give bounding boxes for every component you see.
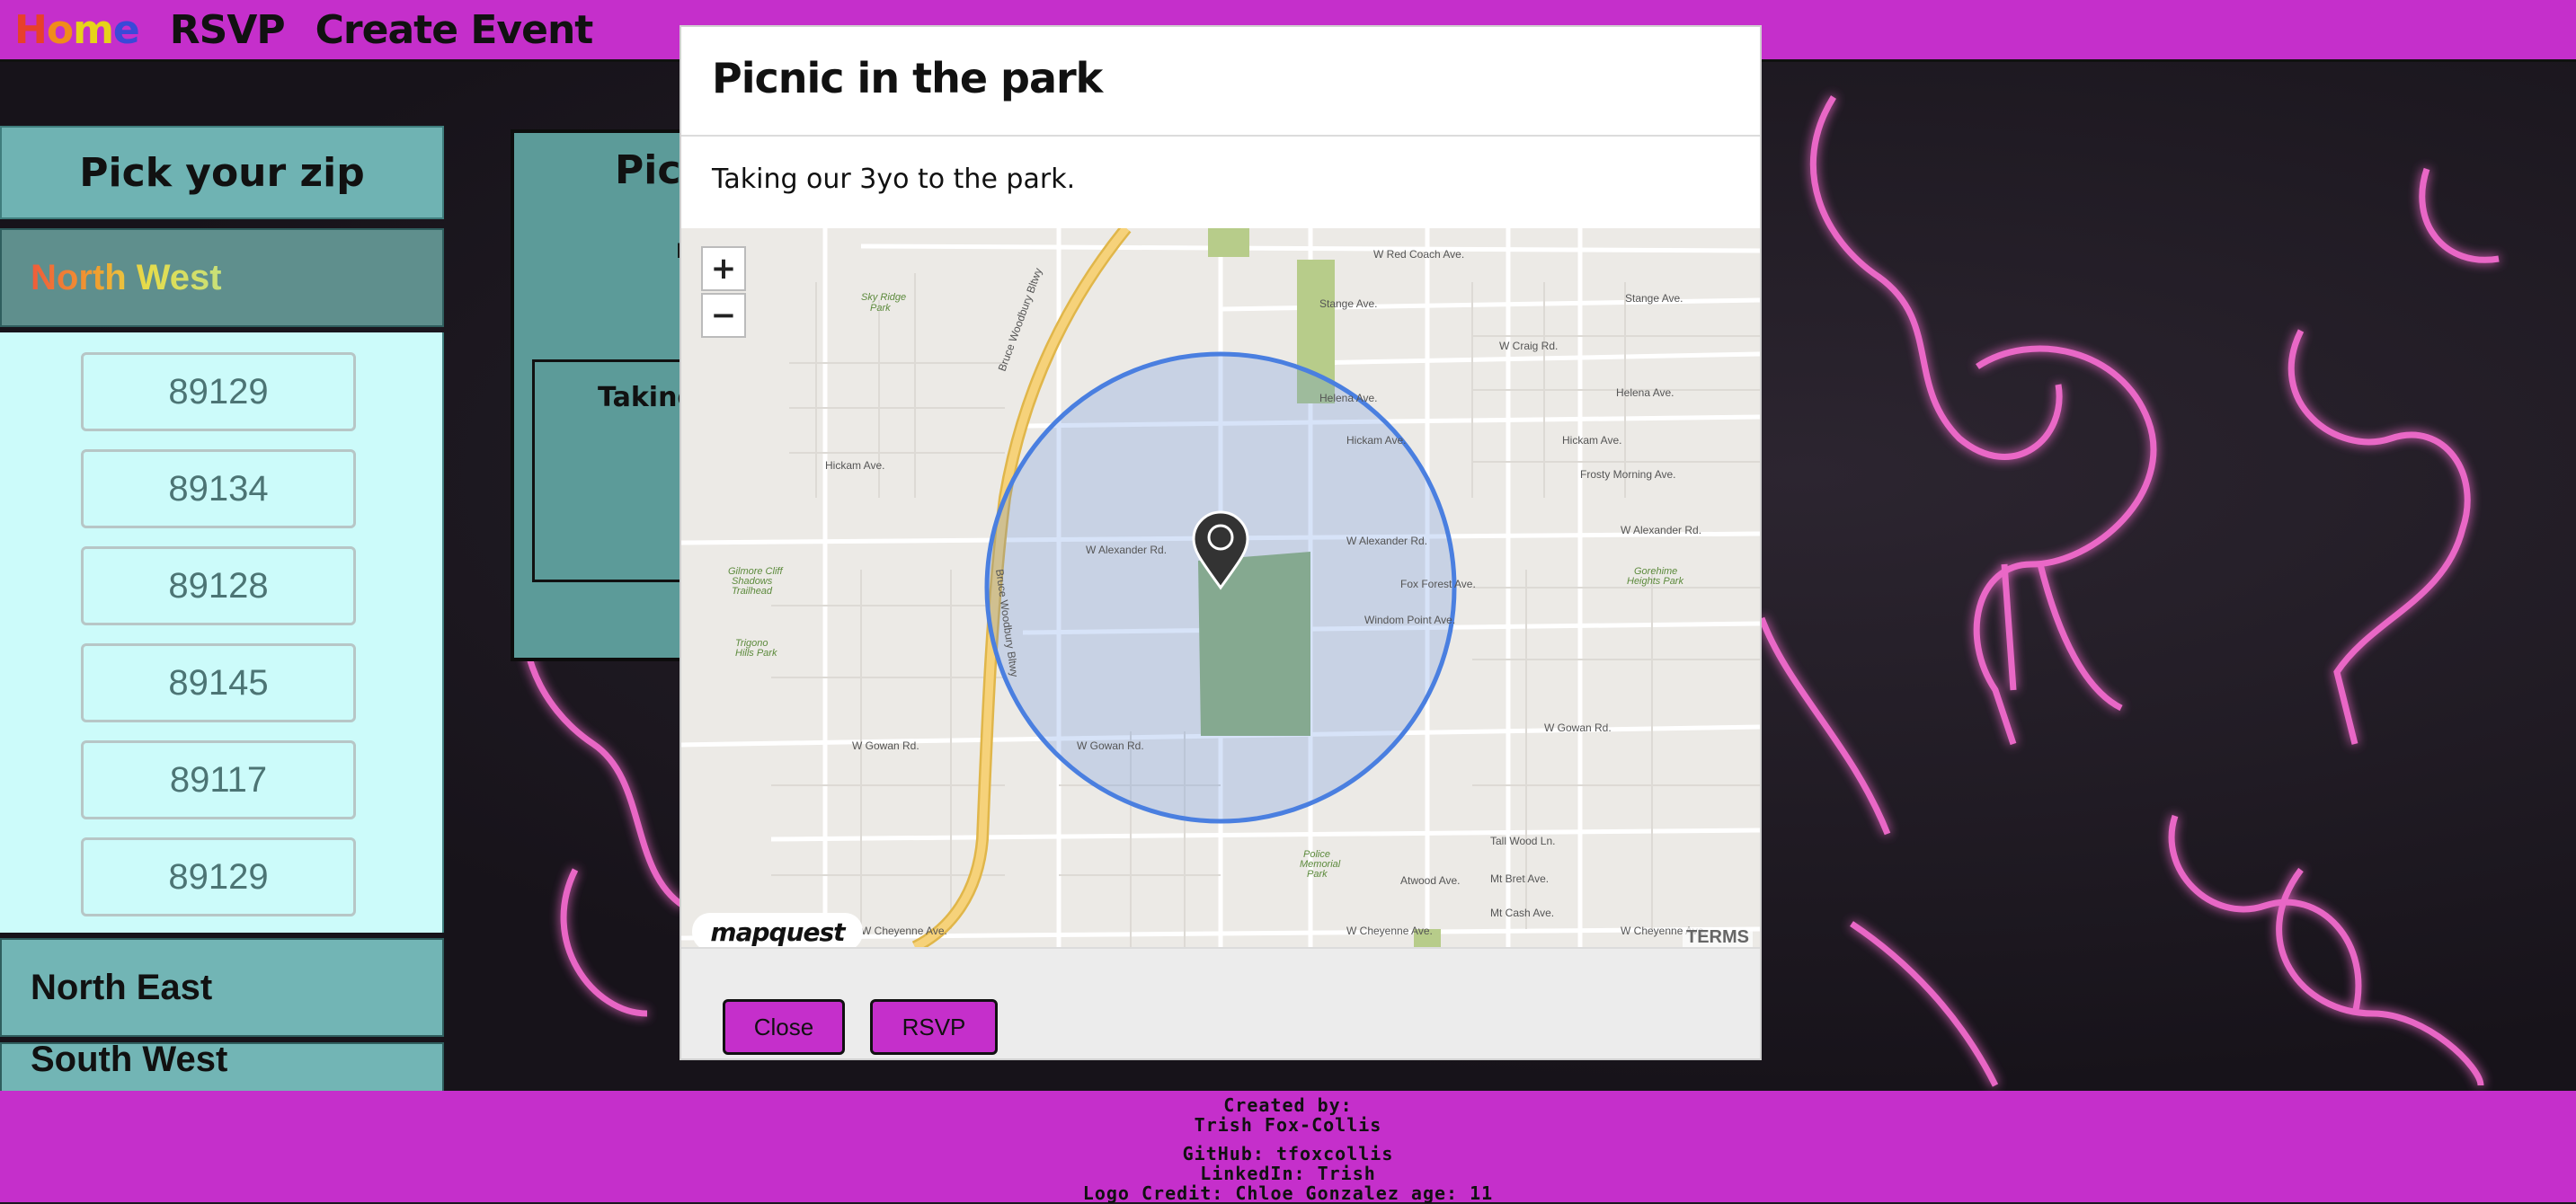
nav-create-event-link[interactable]: Create Event — [315, 7, 594, 53]
zip-list: 89129 89134 89128 89145 89117 89129 — [0, 332, 444, 933]
map-terms-link[interactable]: TERMS — [1683, 927, 1753, 947]
modal-footer: Close RSVP — [681, 947, 1760, 1058]
close-button[interactable]: Close — [723, 999, 845, 1055]
svg-text:Park: Park — [1307, 869, 1328, 880]
region-label: South West — [31, 1039, 228, 1079]
footer-github-link[interactable]: GitHub: tfoxcollis — [0, 1143, 2576, 1164]
event-map[interactable]: W Red Coach Ave. Stange Ave. Stange Ave.… — [681, 228, 1760, 947]
svg-text:Stange Ave.: Stange Ave. — [1319, 297, 1378, 310]
svg-text:Hickam Ave.: Hickam Ave. — [825, 459, 884, 472]
zip-sidebar: Pick your zip North West 89129 89134 891… — [0, 126, 444, 1093]
event-card[interactable]: Pic D Taking — [511, 129, 708, 661]
svg-text:W Craig Rd.: W Craig Rd. — [1499, 340, 1558, 352]
home-letter: H — [14, 6, 48, 53]
svg-text:Hickam Ave.: Hickam Ave. — [1562, 434, 1621, 447]
svg-text:Hickam Ave.: Hickam Ave. — [1346, 434, 1406, 447]
svg-text:W Alexander Rd.: W Alexander Rd. — [1621, 524, 1701, 536]
svg-text:Mt Cash Ave.: Mt Cash Ave. — [1490, 907, 1554, 919]
zip-button[interactable]: 89129 — [81, 837, 356, 916]
modal-divider — [681, 135, 1760, 137]
svg-text:Helena Ave.: Helena Ave. — [1616, 386, 1674, 399]
sidebar-heading: Pick your zip — [0, 126, 444, 219]
svg-text:Fox Forest Ave.: Fox Forest Ave. — [1400, 578, 1476, 590]
svg-text:Trailhead: Trailhead — [732, 586, 773, 597]
svg-text:W Alexander Rd.: W Alexander Rd. — [1086, 544, 1167, 556]
region-south-west[interactable]: South West — [0, 1039, 444, 1093]
svg-text:Helena Ave.: Helena Ave. — [1319, 392, 1378, 404]
svg-text:Mt Bret Ave.: Mt Bret Ave. — [1490, 872, 1549, 885]
svg-text:Stange Ave.: Stange Ave. — [1625, 292, 1683, 305]
nav-home-link[interactable]: Home — [14, 6, 140, 53]
region-north-east[interactable]: North East — [0, 938, 444, 1037]
svg-text:W Red Coach Ave.: W Red Coach Ave. — [1373, 248, 1464, 261]
svg-text:Hills Park: Hills Park — [735, 648, 777, 659]
svg-text:W Gowan Rd.: W Gowan Rd. — [1077, 739, 1144, 752]
zip-button[interactable]: 89134 — [81, 449, 356, 528]
zip-button[interactable]: 89128 — [81, 546, 356, 625]
svg-text:Sky Ridge: Sky Ridge — [861, 292, 906, 303]
svg-text:Bruce Woodbury Bltwy: Bruce Woodbury Bltwy — [996, 266, 1045, 373]
modal-title: Picnic in the park — [712, 54, 1103, 102]
zoom-in-button[interactable]: + — [701, 246, 746, 291]
mapquest-logo: mapquest — [692, 913, 863, 947]
region-north-west[interactable]: North West — [0, 228, 444, 327]
modal-description: Taking our 3yo to the park. — [712, 164, 1076, 195]
region-label: North West — [31, 257, 222, 297]
zip-button[interactable]: 89117 — [81, 740, 356, 819]
svg-text:Windom Point Ave.: Windom Point Ave. — [1364, 614, 1455, 626]
rsvp-button[interactable]: RSVP — [870, 999, 998, 1055]
svg-text:Park: Park — [870, 303, 891, 314]
svg-text:Frosty Morning Ave.: Frosty Morning Ave. — [1580, 468, 1676, 481]
zip-button[interactable]: 89145 — [81, 643, 356, 722]
region-label: North East — [31, 967, 213, 1007]
svg-text:Tall Wood Ln.: Tall Wood Ln. — [1490, 835, 1556, 847]
footer-linkedin-link[interactable]: LinkedIn: Trish — [0, 1163, 2576, 1184]
home-letter: o — [46, 6, 74, 53]
home-letter: e — [112, 6, 140, 53]
svg-text:W Gowan Rd.: W Gowan Rd. — [852, 739, 919, 752]
event-card-title: Pic — [615, 147, 681, 193]
zoom-out-button[interactable]: − — [701, 293, 746, 338]
event-modal: Picnic in the park Taking our 3yo to the… — [680, 25, 1762, 1060]
footer-author: Trish Fox-Collis — [1194, 1114, 1382, 1136]
footer-created-by: Created by: — [1223, 1094, 1353, 1116]
zip-button[interactable]: 89129 — [81, 352, 356, 431]
svg-text:W Gowan Rd.: W Gowan Rd. — [1544, 722, 1612, 734]
map-canvas[interactable]: W Red Coach Ave. Stange Ave. Stange Ave.… — [681, 228, 1760, 947]
svg-text:W Cheyenne Ave.: W Cheyenne Ave. — [1346, 925, 1433, 937]
svg-text:W Cheyenne Ave.: W Cheyenne Ave. — [861, 925, 947, 937]
svg-text:Heights Park: Heights Park — [1627, 576, 1683, 587]
svg-text:Atwood Ave.: Atwood Ave. — [1400, 874, 1461, 887]
svg-text:W Alexander Rd.: W Alexander Rd. — [1346, 535, 1427, 547]
footer-logo-credit: Logo Credit: Chloe Gonzalez age: 11 — [1082, 1182, 1494, 1204]
site-footer: Created by: Trish Fox-Collis GitHub: tfo… — [0, 1091, 2576, 1204]
home-letter: m — [73, 6, 114, 53]
nav-rsvp-link[interactable]: RSVP — [170, 7, 286, 53]
